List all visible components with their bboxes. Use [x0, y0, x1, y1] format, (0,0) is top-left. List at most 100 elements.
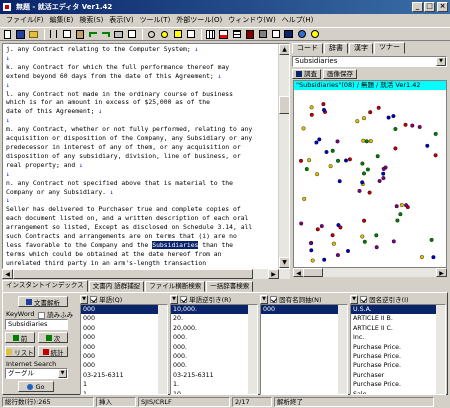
list-item[interactable]: 000.	[171, 343, 257, 352]
list-item[interactable]	[261, 371, 347, 380]
list-item[interactable]: 03-215-6311	[171, 371, 257, 380]
editor-line[interactable]: n. any Contract not specified above that…	[6, 179, 278, 188]
undo-icon[interactable]	[87, 29, 98, 40]
list-item[interactable]: Purchase Price.	[351, 380, 445, 389]
list-item[interactable]: 1.	[171, 380, 257, 389]
list-item[interactable]: 000	[81, 333, 167, 342]
menu-window[interactable]: ウィンドウ(W)	[225, 15, 278, 25]
list-item[interactable]: 10.	[171, 390, 257, 394]
list-scrollbar[interactable]	[436, 305, 445, 394]
tab-dictionary-search[interactable]: 一括辞書検索	[206, 281, 254, 292]
editor-line[interactable]: acquisition or disposition of the Compan…	[6, 134, 278, 143]
tab-kanji[interactable]: 漢字	[349, 43, 373, 54]
editor-horizontal-scrollbar[interactable]: ◀ ▶	[2, 269, 290, 279]
keyword-input[interactable]: Subsidiaries	[5, 319, 68, 330]
tab-dictionary[interactable]: 辞書	[324, 43, 348, 54]
read-option[interactable]: 読みふみ	[38, 309, 73, 319]
scroll-up-icon[interactable]: ▲	[279, 44, 289, 55]
list-item[interactable]: 000.	[171, 361, 257, 370]
editor-line[interactable]: which is for an amount in excess of $25,…	[6, 98, 278, 107]
editor-line[interactable]: ↓	[6, 116, 278, 125]
tab-instant-index[interactable]: インスタントインデックス	[2, 280, 88, 292]
list-item[interactable]: Inc.	[351, 333, 445, 342]
editor-line[interactable]: l. any Contract not made in the ordinary…	[6, 90, 278, 99]
editor-line[interactable]: j. any Contract relating to the Computer…	[6, 45, 278, 54]
reverse-word-checkbox[interactable]	[180, 295, 187, 303]
chevron-down-icon[interactable]: ▼	[436, 57, 446, 66]
editor-content[interactable]: j. any Contract relating to the Computer…	[6, 45, 278, 268]
list-scrollbar[interactable]	[338, 305, 347, 394]
list-item[interactable]: 000	[261, 305, 347, 315]
minimize-button[interactable]: _	[412, 2, 423, 12]
new-file-icon[interactable]	[2, 29, 13, 40]
list-item[interactable]: 000	[81, 324, 167, 333]
editor-line[interactable]: ↓	[6, 54, 278, 63]
cut-icon[interactable]	[48, 29, 59, 40]
word-checkbox[interactable]	[90, 295, 97, 303]
chart-icon[interactable]	[218, 29, 229, 40]
list-button[interactable]: リスト	[5, 346, 35, 357]
editor-line[interactable]: disposition of any subsidiary, division,…	[6, 152, 278, 161]
list-item[interactable]	[261, 333, 347, 342]
list-item[interactable]: Sale.	[351, 390, 445, 394]
editor-line[interactable]: such Contracts and arrangements are on t…	[6, 232, 278, 241]
list-item[interactable]	[261, 352, 347, 361]
print-icon[interactable]	[113, 29, 124, 40]
list-item[interactable]: 000.	[171, 333, 257, 342]
editor-vertical-scrollbar[interactable]: ▲ ▼	[278, 44, 289, 268]
editor-line[interactable]: less favorable to the Company and the Su…	[6, 240, 278, 250]
list-item[interactable]	[261, 390, 347, 394]
editor-line[interactable]: Seller has delivered to Purchaser true a…	[6, 205, 278, 214]
grid-icon[interactable]	[205, 29, 216, 40]
go-button[interactable]: Go	[18, 381, 54, 392]
list-item[interactable]: 10,000.	[171, 305, 257, 315]
editor-line[interactable]: predecessor in interest of any of them, …	[6, 143, 278, 152]
search-engine-select[interactable]: グーグル ▼	[5, 368, 68, 379]
find-icon[interactable]	[146, 29, 157, 40]
list-item[interactable]: Purchase Price.	[351, 343, 445, 352]
analyze-button[interactable]: 文書解析	[18, 296, 68, 307]
chevron-down-icon[interactable]: ▼	[260, 294, 268, 304]
list-item[interactable]	[261, 324, 347, 333]
list-item[interactable]	[261, 314, 347, 323]
copy-icon[interactable]	[61, 29, 72, 40]
list-item[interactable]: Purchase Price.	[351, 352, 445, 361]
proper-noun-list[interactable]: 000	[260, 304, 348, 395]
find-next-icon[interactable]	[159, 29, 170, 40]
editor-line[interactable]: ↓	[6, 196, 278, 205]
editor-line[interactable]: terms which could be obtained at the dat…	[6, 250, 278, 259]
tab-code[interactable]: コード	[292, 43, 323, 54]
preview-icon[interactable]	[126, 29, 137, 40]
list-item[interactable]: 20,000.	[171, 324, 257, 333]
tab-word-group[interactable]: 文書内 語群捕捉	[88, 281, 145, 292]
menu-view[interactable]: 表示(V)	[106, 15, 136, 25]
open-folder-icon[interactable]	[28, 29, 39, 40]
menu-external-tools[interactable]: 外部ツール(O)	[173, 15, 225, 25]
prev-button[interactable]: 前	[5, 332, 35, 343]
scroll-down-icon[interactable]: ▼	[279, 257, 289, 268]
read-checkbox[interactable]	[38, 311, 45, 319]
save-image-button[interactable]: 画像保存	[323, 69, 357, 79]
chevron-down-icon[interactable]: ▼	[58, 369, 67, 378]
scroll-right-icon[interactable]: ▶	[436, 268, 447, 277]
scroll-left-icon[interactable]: ◀	[2, 269, 13, 279]
menu-help[interactable]: ヘルプ(H)	[279, 15, 317, 25]
list-item[interactable]: Purchase Price.	[351, 361, 445, 370]
scroll-thumb[interactable]	[279, 96, 289, 114]
editor-line[interactable]: real property; and ↓	[6, 161, 278, 170]
menu-tools[interactable]: ツール(T)	[137, 15, 174, 25]
reverse-proper-noun-list[interactable]: U.S.A. ARTICLE II B. ARTICLE II C. Inc. Purc…	[350, 304, 446, 395]
list-item[interactable]: 000	[81, 361, 167, 370]
list-item[interactable]	[261, 380, 347, 389]
word-list[interactable]: 000 000 000 000 000 000 000 03-215-6311 1 1	[80, 304, 168, 395]
chevron-down-icon[interactable]: ▼	[170, 294, 178, 304]
editor-line[interactable]: extend beyond 60 days from the date of t…	[6, 72, 278, 81]
tab-tuner[interactable]: ツナー	[374, 42, 405, 54]
maximize-button[interactable]: □	[424, 2, 435, 12]
list-item[interactable]: 03-215-6311	[81, 371, 167, 380]
web-icon[interactable]	[296, 29, 307, 40]
text-icon[interactable]	[270, 29, 281, 40]
editor-line[interactable]: date of this Agreement; ↓	[6, 107, 278, 116]
next-button[interactable]: 次	[38, 332, 68, 343]
tab-file-search[interactable]: ファイル横断検索	[145, 281, 206, 292]
